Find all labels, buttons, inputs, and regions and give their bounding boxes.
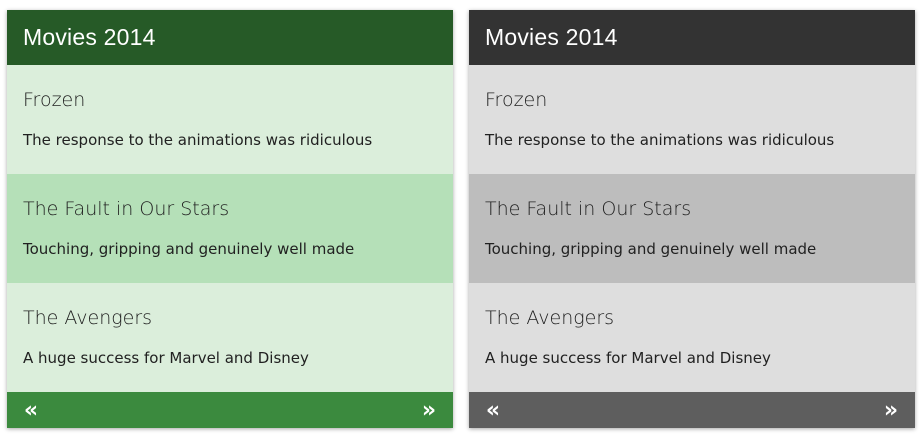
item-title: Frozen: [23, 89, 86, 111]
card-footer: « »: [469, 392, 915, 428]
item-description: A huge success for Marvel and Disney: [23, 349, 309, 367]
movies-card-green: Movies 2014 Frozen The response to the a…: [7, 10, 453, 428]
list-item-avengers[interactable]: The Avengers A huge success for Marvel a…: [469, 283, 915, 392]
list-item-avengers[interactable]: The Avengers A huge success for Marvel a…: [7, 283, 453, 392]
card-header: Movies 2014: [7, 10, 453, 65]
item-title: The Avengers: [485, 307, 615, 329]
double-chevron-left-icon: «: [23, 397, 39, 423]
item-description: Touching, gripping and genuinely well ma…: [485, 240, 817, 258]
item-title: Frozen: [485, 89, 548, 111]
item-title: The Fault in Our Stars: [485, 198, 692, 220]
item-title: The Avengers: [23, 307, 153, 329]
next-page-button[interactable]: »: [409, 392, 449, 428]
previous-page-button[interactable]: «: [473, 392, 513, 428]
card-footer: « »: [7, 392, 453, 428]
item-description: The response to the animations was ridic…: [23, 131, 373, 149]
list-item-frozen[interactable]: Frozen The response to the animations wa…: [469, 65, 915, 174]
next-page-button[interactable]: »: [871, 392, 911, 428]
card-title: Movies 2014: [23, 24, 156, 50]
item-description: The response to the animations was ridic…: [485, 131, 835, 149]
previous-page-button[interactable]: «: [11, 392, 51, 428]
item-title: The Fault in Our Stars: [23, 198, 230, 220]
list-item-fault-in-our-stars[interactable]: The Fault in Our Stars Touching, grippin…: [7, 174, 453, 283]
item-description: A huge success for Marvel and Disney: [485, 349, 771, 367]
double-chevron-left-icon: «: [485, 397, 501, 423]
card-header: Movies 2014: [469, 10, 915, 65]
item-description: Touching, gripping and genuinely well ma…: [23, 240, 355, 258]
movies-card-gray: Movies 2014 Frozen The response to the a…: [469, 10, 915, 428]
list-item-frozen[interactable]: Frozen The response to the animations wa…: [7, 65, 453, 174]
card-title: Movies 2014: [485, 24, 618, 50]
list-item-fault-in-our-stars[interactable]: The Fault in Our Stars Touching, grippin…: [469, 174, 915, 283]
double-chevron-right-icon: »: [883, 397, 899, 423]
double-chevron-right-icon: »: [421, 397, 437, 423]
